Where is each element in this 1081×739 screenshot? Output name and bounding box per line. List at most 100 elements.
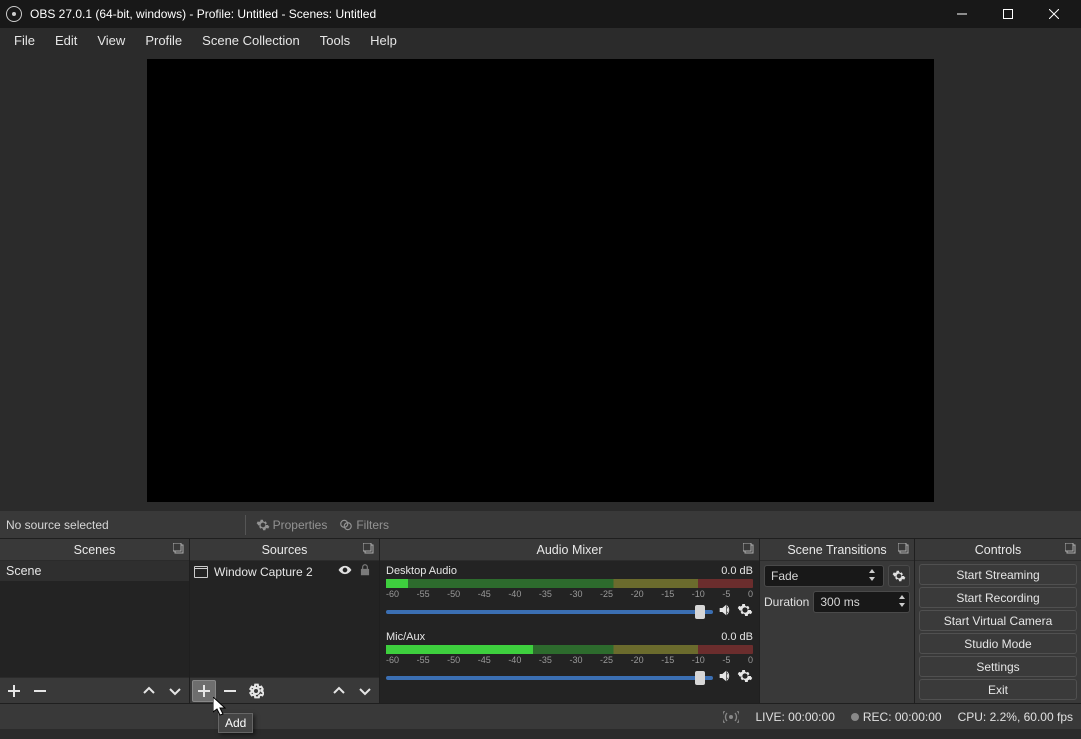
speaker-icon[interactable] [717,602,733,621]
mixer-title: Audio Mixer [537,543,603,557]
transition-value: Fade [771,569,798,583]
start-recording-button[interactable]: Start Recording [919,587,1077,608]
speaker-icon[interactable] [717,668,733,687]
filters-button[interactable]: Filters [333,518,395,532]
slider-thumb[interactable] [695,671,705,685]
meter-ticks: -60-55-50-45-40-35-30-25-20-15-10-50 [386,589,753,599]
source-properties-button[interactable] [244,680,268,702]
exit-button[interactable]: Exit [919,679,1077,700]
transitions-body: Fade Duration 300 ms [760,561,914,703]
live-status: LIVE: 00:00:00 [755,710,834,724]
close-button[interactable] [1031,0,1077,28]
popout-icon[interactable] [173,543,185,555]
stream-indicator [723,711,739,723]
mixer-channel: Desktop Audio 0.0 dB -60-55-50-45-40-35-… [386,565,753,621]
menu-profile[interactable]: Profile [135,30,192,51]
studio-mode-button[interactable]: Studio Mode [919,633,1077,654]
duration-value: 300 ms [820,595,859,609]
broadcast-icon [723,711,739,723]
popout-icon[interactable] [363,543,375,555]
titlebar: OBS 27.0.1 (64-bit, windows) - Profile: … [0,0,1081,28]
menu-edit[interactable]: Edit [45,30,87,51]
volume-slider[interactable] [386,610,713,614]
lock-toggle[interactable] [355,563,375,580]
mixer-channel: Mic/Aux 0.0 dB -60-55-50-45-40-35-30-25-… [386,631,753,687]
add-scene-button[interactable] [2,680,26,702]
source-item-label: Window Capture 2 [214,565,313,579]
controls-title: Controls [975,543,1022,557]
scene-item[interactable]: Scene [0,561,189,581]
scenes-title: Scenes [74,543,116,557]
menu-tools[interactable]: Tools [310,30,360,51]
controls-header[interactable]: Controls [915,539,1081,561]
transitions-title: Scene Transitions [787,543,886,557]
popout-icon[interactable] [743,543,755,555]
move-source-down-button[interactable] [353,680,377,702]
move-source-up-button[interactable] [327,680,351,702]
scenes-header[interactable]: Scenes [0,539,189,561]
chevron-updown-icon [897,594,907,611]
preview-canvas[interactable] [147,59,934,502]
app-logo-icon [6,6,22,22]
filters-icon [339,518,353,532]
transitions-header[interactable]: Scene Transitions [760,539,914,561]
channel-level: 0.0 dB [721,565,753,577]
visibility-toggle[interactable] [335,563,355,580]
settings-button[interactable]: Settings [919,656,1077,677]
chevron-updown-icon [867,568,877,585]
menu-help[interactable]: Help [360,30,407,51]
duration-label: Duration [764,595,809,609]
sources-title: Sources [262,543,308,557]
controls-dock: Controls Start Streaming Start Recording… [915,539,1081,703]
remove-scene-button[interactable] [28,680,52,702]
start-virtual-camera-button[interactable]: Start Virtual Camera [919,610,1077,631]
start-streaming-button[interactable]: Start Streaming [919,564,1077,585]
audio-meter [386,645,753,654]
divider [245,515,246,535]
filters-label: Filters [356,518,389,532]
maximize-button[interactable] [985,0,1031,28]
record-indicator-relative [851,713,859,721]
sources-list[interactable]: Window Capture 2 [190,561,379,677]
properties-label: Properties [273,518,328,532]
source-info-bar: No source selected Properties Filters [0,510,1081,538]
meter-ticks: -60-55-50-45-40-35-30-25-20-15-10-50 [386,655,753,665]
menu-scene-collection[interactable]: Scene Collection [192,30,310,51]
controls-body: Start Streaming Start Recording Start Vi… [915,561,1081,703]
audio-mixer-dock: Audio Mixer Desktop Audio 0.0 dB -60-55-… [380,539,760,703]
popout-icon[interactable] [898,543,910,555]
move-scene-up-button[interactable] [137,680,161,702]
preview-area [0,53,1081,510]
minimize-button[interactable] [939,0,985,28]
source-selection-status: No source selected [6,518,109,532]
menubar: File Edit View Profile Scene Collection … [0,28,1081,53]
transitions-dock: Scene Transitions Fade Duration 300 ms [760,539,915,703]
menu-file[interactable]: File [4,30,45,51]
volume-slider[interactable] [386,676,713,680]
channel-settings-button[interactable] [737,668,753,687]
sources-dock: Sources Window Capture 2 [190,539,380,703]
channel-name: Desktop Audio [386,565,457,577]
mixer-header[interactable]: Audio Mixer [380,539,759,561]
properties-button[interactable]: Properties [250,518,334,532]
cpu-status: CPU: 2.2%, 60.00 fps [958,710,1073,724]
window-title: OBS 27.0.1 (64-bit, windows) - Profile: … [30,7,376,21]
mixer-body: Desktop Audio 0.0 dB -60-55-50-45-40-35-… [380,561,759,703]
channel-name: Mic/Aux [386,631,425,643]
channel-settings-button[interactable] [737,602,753,621]
transition-settings-button[interactable] [888,565,910,587]
duration-spinbox[interactable]: 300 ms [813,591,910,613]
transition-select[interactable]: Fade [764,565,884,587]
gear-icon [256,518,270,532]
move-scene-down-button[interactable] [163,680,187,702]
popout-icon[interactable] [1065,543,1077,555]
audio-meter [386,579,753,588]
slider-thumb[interactable] [695,605,705,619]
menu-view[interactable]: View [87,30,135,51]
scenes-list[interactable]: Scene [0,561,189,677]
docks-row: Scenes Scene Sources Window Capture 2 [0,538,1081,703]
source-item[interactable]: Window Capture 2 [190,561,379,582]
tooltip-label: Add [225,716,246,730]
rec-status: REC: 00:00:00 [851,710,942,724]
sources-header[interactable]: Sources [190,539,379,561]
